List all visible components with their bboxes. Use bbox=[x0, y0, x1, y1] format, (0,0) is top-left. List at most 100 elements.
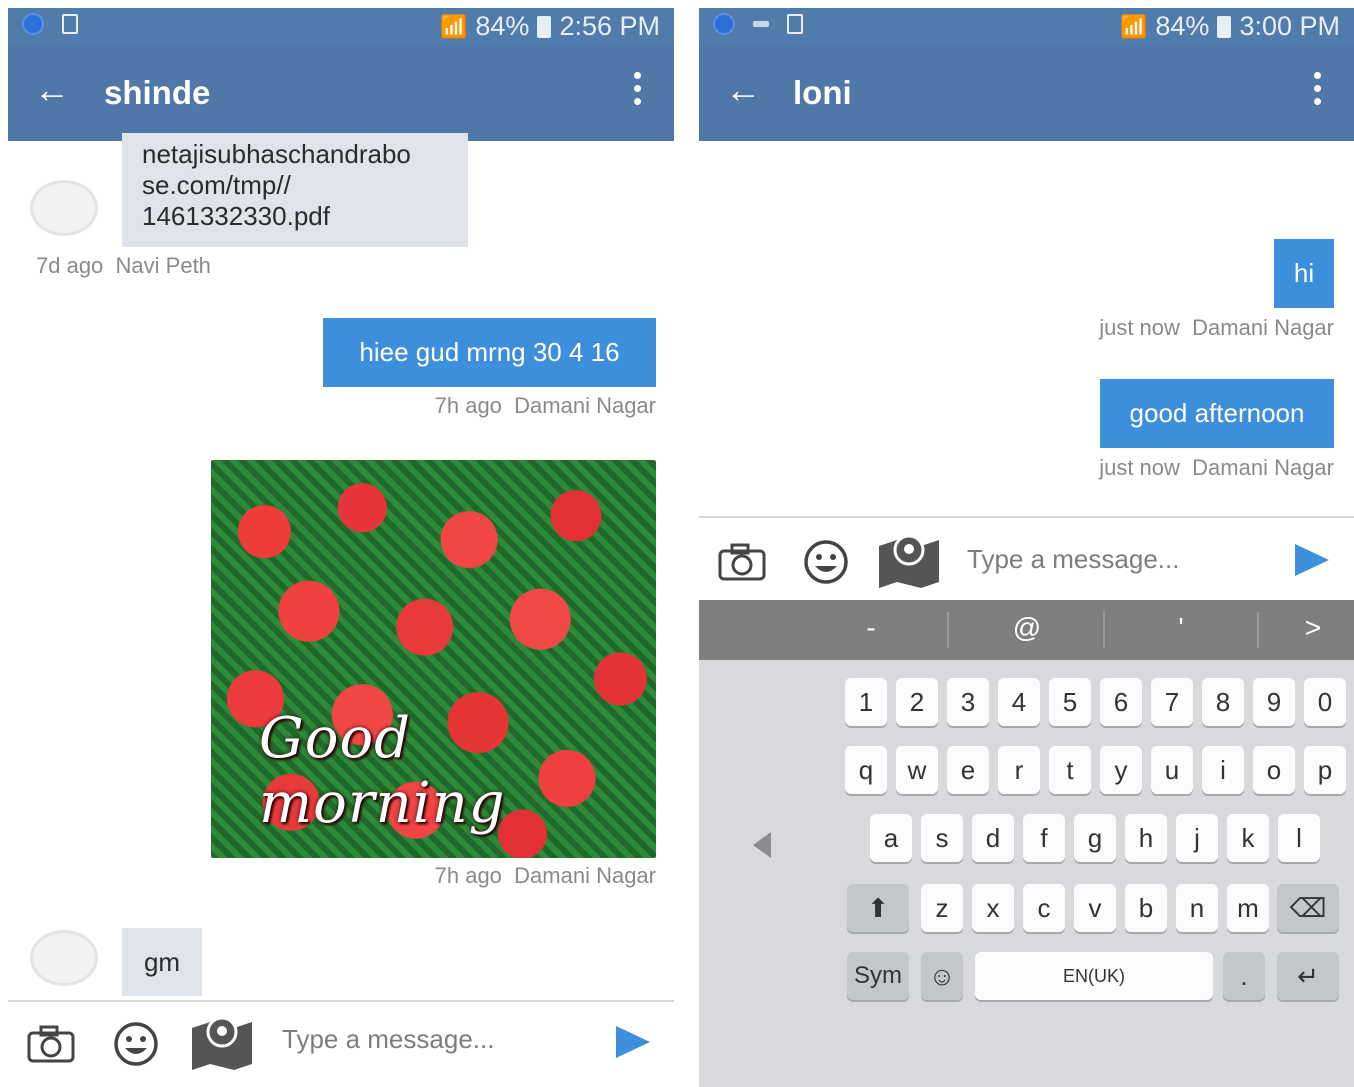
smiley-icon[interactable] bbox=[802, 538, 850, 586]
key-row1-9[interactable]: p bbox=[1304, 746, 1346, 794]
key-row1-6[interactable]: u bbox=[1151, 746, 1193, 794]
suggestion-at[interactable]: @ bbox=[997, 612, 1057, 644]
key-row3-6[interactable]: m bbox=[1227, 884, 1269, 932]
key-number-8[interactable]: 9 bbox=[1253, 678, 1295, 726]
battery-percent: 84% bbox=[1155, 11, 1210, 41]
key-row1-4[interactable]: t bbox=[1049, 746, 1091, 794]
map-pin-icon[interactable] bbox=[877, 532, 941, 590]
key-row1-3[interactable]: r bbox=[998, 746, 1040, 794]
app-bar: ← shinde bbox=[8, 46, 674, 141]
wifi-icon: 📶 bbox=[439, 13, 468, 39]
key-row3-0[interactable]: z bbox=[921, 884, 963, 932]
key-row3-2[interactable]: c bbox=[1023, 884, 1065, 932]
message-time: just now bbox=[1099, 455, 1180, 480]
image-caption-art: Good morning bbox=[259, 706, 506, 836]
key-row1-5[interactable]: y bbox=[1100, 746, 1142, 794]
keyboard-suggestion-bar: - @ ' > bbox=[699, 600, 1354, 660]
chat-screen-shinde: 📶 84% 2:56 PM ← shinde netajisubhaschand… bbox=[8, 8, 674, 1087]
emoji-key-icon[interactable]: ☺ bbox=[921, 952, 963, 1000]
message-bubble-outgoing[interactable]: hi bbox=[1274, 239, 1334, 308]
key-number-0[interactable]: 1 bbox=[845, 678, 887, 726]
period-key[interactable]: . bbox=[1223, 952, 1265, 1000]
camera-icon[interactable] bbox=[717, 542, 767, 582]
key-number-7[interactable]: 8 bbox=[1202, 678, 1244, 726]
key-row2-0[interactable]: a bbox=[870, 814, 912, 862]
message-composer: Type a message... bbox=[699, 516, 1354, 602]
key-number-3[interactable]: 4 bbox=[998, 678, 1040, 726]
key-number-1[interactable]: 2 bbox=[896, 678, 938, 726]
status-bar: 📶 84% 3:00 PM bbox=[699, 8, 1354, 46]
message-input[interactable]: Type a message... bbox=[967, 544, 1179, 575]
key-row1-1[interactable]: w bbox=[896, 746, 938, 794]
wifi-icon: 📶 bbox=[1119, 13, 1148, 39]
app-bar: ← loni bbox=[699, 46, 1354, 141]
message-bubble-incoming[interactable]: netajisubhaschandrabo se.com/tmp// 14613… bbox=[122, 133, 468, 247]
key-row3-3[interactable]: v bbox=[1074, 884, 1116, 932]
key-row2-1[interactable]: s bbox=[921, 814, 963, 862]
arrow-left-icon[interactable]: ← bbox=[725, 70, 761, 110]
key-number-9[interactable]: 0 bbox=[1304, 678, 1346, 726]
space-key[interactable]: EN(UK) bbox=[975, 952, 1213, 1000]
key-row2-6[interactable]: j bbox=[1176, 814, 1218, 862]
message-bubble-outgoing[interactable]: good afternoon bbox=[1100, 379, 1334, 448]
message-bubble-outgoing[interactable]: hiee gud mrng 30 4 16 bbox=[323, 318, 656, 387]
overflow-menu-icon[interactable] bbox=[634, 72, 642, 105]
send-icon[interactable] bbox=[616, 1026, 650, 1058]
roses-image[interactable]: Good morning bbox=[211, 460, 656, 858]
overflow-menu-icon[interactable] bbox=[1314, 72, 1322, 105]
sym-key[interactable]: Sym bbox=[847, 952, 909, 1000]
enter-icon[interactable]: ↵ bbox=[1277, 952, 1339, 1000]
key-row2-7[interactable]: k bbox=[1227, 814, 1269, 862]
suggestion-dash[interactable]: - bbox=[841, 612, 901, 644]
avatar[interactable] bbox=[30, 180, 98, 236]
app-notification-icon bbox=[22, 13, 44, 35]
camera-icon[interactable] bbox=[26, 1024, 76, 1064]
message-text-line: se.com/tmp// bbox=[142, 170, 291, 200]
chat-title: loni bbox=[793, 74, 852, 111]
keyboard-collapse-arrow-icon[interactable] bbox=[753, 832, 771, 858]
app-notification-icon bbox=[713, 13, 735, 35]
message-location: Damani Nagar bbox=[1192, 315, 1334, 340]
suggestion-apostrophe[interactable]: ' bbox=[1151, 612, 1211, 644]
message-notification-icon bbox=[753, 21, 769, 27]
key-number-6[interactable]: 7 bbox=[1151, 678, 1193, 726]
key-row2-8[interactable]: l bbox=[1278, 814, 1320, 862]
key-row3-5[interactable]: n bbox=[1176, 884, 1218, 932]
shift-key[interactable]: ⬆ bbox=[847, 884, 909, 932]
message-location: Damani Nagar bbox=[1192, 455, 1334, 480]
chat-screen-loni: 📶 84% 3:00 PM ← loni hi just now Damani … bbox=[699, 8, 1354, 1087]
avatar[interactable] bbox=[30, 930, 98, 986]
key-row1-0[interactable]: q bbox=[845, 746, 887, 794]
key-number-2[interactable]: 3 bbox=[947, 678, 989, 726]
key-row3-4[interactable]: b bbox=[1125, 884, 1167, 932]
battery-icon bbox=[1217, 15, 1232, 38]
screenshot-notification-icon bbox=[62, 14, 78, 34]
battery-icon bbox=[537, 15, 552, 38]
message-meta: just now Damani Nagar bbox=[1099, 315, 1334, 341]
key-number-5[interactable]: 6 bbox=[1100, 678, 1142, 726]
message-bubble-incoming[interactable]: gm bbox=[122, 928, 202, 996]
message-meta: 7d ago Navi Peth bbox=[36, 253, 211, 279]
key-number-4[interactable]: 5 bbox=[1049, 678, 1091, 726]
smiley-icon[interactable] bbox=[112, 1020, 160, 1068]
suggestion-expand[interactable]: > bbox=[1283, 612, 1343, 644]
message-time: 7h ago bbox=[434, 863, 502, 888]
map-pin-icon[interactable] bbox=[190, 1014, 254, 1072]
key-row3-1[interactable]: x bbox=[972, 884, 1014, 932]
arrow-left-icon[interactable]: ← bbox=[34, 70, 70, 110]
backspace-icon[interactable]: ⌫ bbox=[1277, 884, 1339, 932]
key-row2-4[interactable]: g bbox=[1074, 814, 1116, 862]
key-row1-7[interactable]: i bbox=[1202, 746, 1244, 794]
message-input[interactable]: Type a message... bbox=[282, 1024, 494, 1055]
key-row2-3[interactable]: f bbox=[1023, 814, 1065, 862]
clock: 2:56 PM bbox=[559, 11, 660, 41]
key-row2-5[interactable]: h bbox=[1125, 814, 1167, 862]
chat-title: shinde bbox=[104, 74, 211, 111]
message-text-line: netajisubhaschandrabo bbox=[142, 139, 411, 169]
send-icon[interactable] bbox=[1295, 544, 1329, 576]
message-location: Damani Nagar bbox=[514, 863, 656, 888]
key-row1-8[interactable]: o bbox=[1253, 746, 1295, 794]
key-row1-2[interactable]: e bbox=[947, 746, 989, 794]
message-text: hi bbox=[1293, 258, 1315, 288]
key-row2-2[interactable]: d bbox=[972, 814, 1014, 862]
